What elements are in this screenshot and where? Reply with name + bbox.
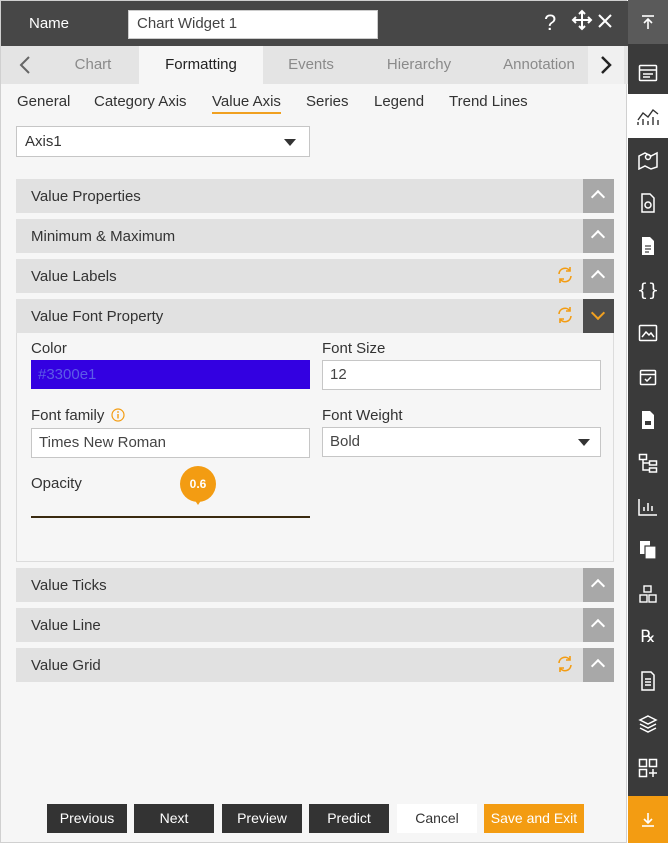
formatting-subtabs: General Category Axis Value Axis Series … [1, 93, 628, 117]
chevron-up-icon [590, 658, 606, 674]
add-widget-icon[interactable] [628, 746, 668, 790]
section-minimum-maximum[interactable]: Minimum & Maximum [16, 219, 614, 253]
font-size-label: Font Size [322, 340, 386, 357]
section-title: Value Ticks [31, 577, 107, 594]
preview-button[interactable]: Preview [222, 804, 302, 833]
report-icon[interactable] [628, 181, 668, 225]
tab-formatting[interactable]: Formatting [139, 46, 263, 84]
collapse-button[interactable] [583, 648, 614, 682]
chevron-up-icon [590, 229, 606, 245]
footer-buttons: Previous Next Preview Predict Cancel Sav… [1, 804, 628, 834]
color-picker[interactable]: #3300e1 [31, 360, 310, 389]
subtab-general[interactable]: General [17, 93, 70, 110]
section-title: Minimum & Maximum [31, 228, 176, 245]
tab-hierarchy[interactable]: Hierarchy [359, 46, 479, 84]
section-value-line[interactable]: Value Line [16, 608, 614, 642]
section-value-labels[interactable]: Value Labels [16, 259, 614, 293]
expand-button[interactable] [583, 299, 614, 333]
chevron-down-icon [578, 439, 590, 446]
tabs-right-arrow-icon[interactable] [588, 46, 624, 84]
refresh-icon[interactable] [556, 655, 574, 673]
document-icon[interactable] [628, 224, 668, 268]
subtab-value-axis[interactable]: Value Axis [212, 93, 281, 114]
main-tabs: Chart Formatting Events Hierarchy Annota… [1, 46, 628, 84]
chevron-down-icon [590, 305, 606, 321]
section-title: Value Line [31, 617, 101, 634]
section-title: Value Properties [31, 188, 141, 205]
chart-icon[interactable] [628, 94, 668, 138]
axis-select-value: Axis1 [25, 133, 62, 150]
section-title: Value Font Property [31, 308, 164, 325]
widget-name-input[interactable]: Chart Widget 1 [128, 10, 378, 39]
font-family-label: Font family [31, 407, 125, 424]
section-value-ticks[interactable]: Value Ticks [16, 568, 614, 602]
section-value-font-property[interactable]: Value Font Property [16, 299, 614, 333]
tabs-left-arrow-icon[interactable] [7, 46, 43, 84]
subtab-trend-lines[interactable]: Trend Lines [449, 93, 528, 110]
map-icon[interactable] [628, 138, 668, 182]
help-icon[interactable]: ? [544, 9, 556, 37]
font-weight-value: Bold [330, 433, 361, 450]
font-property-body: Color #3300e1 Font Size 12 Font family T… [16, 333, 614, 562]
refresh-icon[interactable] [556, 266, 574, 284]
cancel-button[interactable]: Cancel [397, 804, 477, 833]
collapse-button[interactable] [583, 259, 614, 293]
axis-select[interactable]: Axis1 [16, 126, 310, 157]
collapse-button[interactable] [583, 179, 614, 213]
font-size-input[interactable]: 12 [322, 360, 601, 390]
color-label: Color [31, 340, 67, 357]
font-weight-label: Font Weight [322, 407, 403, 424]
widget-icon[interactable] [628, 51, 668, 95]
panel-header: Name Chart Widget 1 ? [1, 1, 628, 46]
doc-list-icon[interactable] [628, 659, 668, 703]
tab-events[interactable]: Events [263, 46, 359, 84]
chevron-up-icon [590, 189, 606, 205]
subtab-category-axis[interactable]: Category Axis [94, 93, 187, 110]
tab-chart[interactable]: Chart [44, 46, 142, 84]
tool-sidebar: {} ℞ [628, 0, 668, 843]
scroll-top-icon[interactable] [628, 0, 668, 44]
layers-icon[interactable] [628, 702, 668, 746]
rx-icon[interactable]: ℞ [628, 615, 668, 659]
tab-annotation[interactable]: Annotation [491, 46, 587, 84]
scroll-bottom-icon[interactable] [628, 796, 668, 843]
code-icon[interactable]: {} [628, 268, 668, 312]
info-icon[interactable] [110, 408, 125, 422]
collapse-button[interactable] [583, 568, 614, 602]
image-icon[interactable] [628, 311, 668, 355]
cubes-icon[interactable] [628, 572, 668, 616]
bar-chart-icon[interactable] [628, 485, 668, 529]
opacity-slider-handle[interactable]: 0.6 [180, 466, 216, 505]
section-value-grid[interactable]: Value Grid [16, 648, 614, 682]
section-title: Value Grid [31, 657, 101, 674]
next-button[interactable]: Next [134, 804, 214, 833]
chevron-up-icon [590, 618, 606, 634]
predict-button[interactable]: Predict [309, 804, 389, 833]
section-value-properties[interactable]: Value Properties [16, 179, 614, 213]
chart-properties-panel: Name Chart Widget 1 ? Chart Formatting E… [0, 0, 628, 843]
font-weight-select[interactable]: Bold [322, 427, 601, 457]
save-and-exit-button[interactable]: Save and Exit [484, 804, 584, 833]
copy-icon[interactable] [628, 528, 668, 572]
collapse-button[interactable] [583, 219, 614, 253]
name-label: Name [29, 15, 70, 32]
calendar-icon[interactable] [628, 355, 668, 399]
move-icon[interactable] [571, 9, 593, 38]
collapse-button[interactable] [583, 608, 614, 642]
hierarchy-icon[interactable] [628, 441, 668, 485]
chevron-down-icon [284, 139, 296, 146]
refresh-icon[interactable] [556, 306, 574, 324]
section-title: Value Labels [31, 268, 117, 285]
close-icon[interactable] [596, 9, 614, 37]
subtab-legend[interactable]: Legend [374, 93, 424, 110]
previous-button[interactable]: Previous [47, 804, 127, 833]
font-family-input[interactable]: Times New Roman [31, 428, 310, 458]
file-icon[interactable] [628, 398, 668, 442]
opacity-slider[interactable] [31, 516, 310, 518]
opacity-label: Opacity [31, 475, 82, 492]
chevron-up-icon [590, 269, 606, 285]
chevron-up-icon [590, 578, 606, 594]
subtab-series[interactable]: Series [306, 93, 349, 110]
